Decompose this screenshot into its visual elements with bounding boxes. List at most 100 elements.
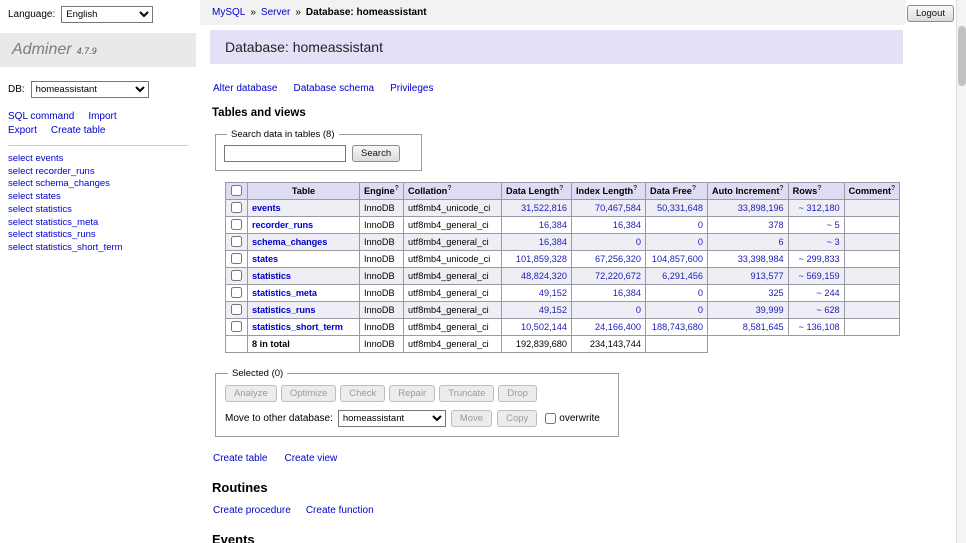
selected-optimize-button[interactable]: Optimize xyxy=(281,385,336,402)
column-help-link[interactable]: ? xyxy=(692,185,696,192)
sidebar-table-link[interactable]: select statistics xyxy=(8,204,72,215)
table-name-link[interactable]: schema_changes xyxy=(252,237,327,247)
sidebar-action-link[interactable]: Import xyxy=(88,111,116,122)
table-name-link[interactable]: statistics_short_term xyxy=(252,322,343,332)
sidebar-table-link[interactable]: select statistics_meta xyxy=(8,217,98,228)
column-help-link[interactable]: ? xyxy=(447,185,451,192)
db-action-link[interactable]: Privileges xyxy=(390,83,433,94)
row-checkbox[interactable] xyxy=(231,287,242,298)
data-free-cell: 0 xyxy=(646,234,708,251)
search-button[interactable]: Search xyxy=(352,145,400,162)
db-select[interactable]: homeassistant xyxy=(31,81,149,98)
comment-cell xyxy=(844,217,900,234)
overwrite-checkbox[interactable] xyxy=(545,413,556,424)
sidebar-action-link[interactable]: Export xyxy=(8,125,37,136)
row-checkbox[interactable] xyxy=(231,321,242,332)
table-row: recorder_runsInnoDButf8mb4_general_ci16,… xyxy=(226,217,900,234)
routine-link[interactable]: Create procedure xyxy=(213,505,291,516)
data-free-cell: 104,857,600 xyxy=(646,251,708,268)
search-input[interactable] xyxy=(224,145,346,162)
sidebar-table-link[interactable]: select states xyxy=(8,191,61,202)
column-help-link[interactable]: ? xyxy=(817,185,821,192)
row-checkbox[interactable] xyxy=(231,202,242,213)
engine-cell: InnoDB xyxy=(360,251,404,268)
select-all-checkbox[interactable] xyxy=(231,185,242,196)
selected-repair-button[interactable]: Repair xyxy=(389,385,435,402)
row-checkbox[interactable] xyxy=(231,253,242,264)
tables-heading: Tables and views xyxy=(212,107,903,119)
breadcrumb-mysql-link[interactable]: MySQL xyxy=(212,7,245,18)
column-help-link[interactable]: ? xyxy=(779,185,783,192)
row-checkbox[interactable] xyxy=(231,304,242,315)
engine-cell: InnoDB xyxy=(360,217,404,234)
collation-cell: utf8mb4_unicode_ci xyxy=(404,251,502,268)
sidebar-table-item: select states xyxy=(8,191,188,204)
column-help-link[interactable]: ? xyxy=(559,185,563,192)
index-length-cell: 70,467,584 xyxy=(572,200,646,217)
sidebar-table-link[interactable]: select schema_changes xyxy=(8,178,110,189)
sidebar-table-list: select eventsselect recorder_runsselect … xyxy=(8,153,188,255)
auto-increment-cell: 39,999 xyxy=(708,302,789,319)
table-name-link[interactable]: statistics xyxy=(252,271,291,281)
tables-header-row: TableEngine?Collation?Data Length?Index … xyxy=(226,183,900,200)
selected-check-button[interactable]: Check xyxy=(340,385,385,402)
breadcrumb: MySQL » Server » Database: homeassistant xyxy=(200,0,906,25)
row-checkbox[interactable] xyxy=(231,219,242,230)
auto-increment-cell: 325 xyxy=(708,285,789,302)
column-header-data-length: Data Length? xyxy=(502,183,572,200)
scrollbar-thumb[interactable] xyxy=(958,26,966,86)
column-header-rows: Rows? xyxy=(788,183,844,200)
auto-increment-cell: 33,398,984 xyxy=(708,251,789,268)
column-help-link[interactable]: ? xyxy=(891,185,895,192)
routine-link[interactable]: Create function xyxy=(306,505,374,516)
data-length-cell: 48,824,320 xyxy=(502,268,572,285)
table-name-link[interactable]: statistics_runs xyxy=(252,305,315,315)
language-select[interactable]: English xyxy=(61,6,153,23)
page-scrollbar[interactable] xyxy=(956,0,966,543)
row-checkbox-cell xyxy=(226,302,248,319)
row-checkbox[interactable] xyxy=(231,270,242,281)
index-length-cell: 67,256,320 xyxy=(572,251,646,268)
column-help-link[interactable]: ? xyxy=(395,185,399,192)
create-link[interactable]: Create table xyxy=(213,453,267,464)
row-checkbox[interactable] xyxy=(231,236,242,247)
sidebar-table-link[interactable]: select events xyxy=(8,153,63,164)
main-content: Database: homeassistant Alter databaseDa… xyxy=(210,30,903,543)
sidebar-table-item: select statistics_meta xyxy=(8,217,188,230)
auto-increment-cell: 913,577 xyxy=(708,268,789,285)
sidebar-table-link[interactable]: select statistics_short_term xyxy=(8,242,123,253)
sidebar-action-link[interactable]: SQL command xyxy=(8,111,74,122)
sidebar-table-item: select events xyxy=(8,153,188,166)
selected-truncate-button[interactable]: Truncate xyxy=(439,385,494,402)
move-db-select[interactable]: homeassistant xyxy=(338,410,446,427)
selected-analyze-button[interactable]: Analyze xyxy=(225,385,277,402)
db-action-link[interactable]: Alter database xyxy=(213,83,278,94)
db-actions: Alter database Database schema Privileges xyxy=(213,83,903,94)
selected-drop-button[interactable]: Drop xyxy=(498,385,537,402)
table-name-cell: schema_changes xyxy=(248,234,360,251)
app-name: Adminer xyxy=(12,41,72,58)
row-checkbox-cell xyxy=(226,217,248,234)
data-length-cell: 16,384 xyxy=(502,234,572,251)
comment-cell xyxy=(844,251,900,268)
sidebar-action-link[interactable]: Create table xyxy=(51,125,105,136)
breadcrumb-server-link[interactable]: Server xyxy=(261,7,290,18)
collation-cell: utf8mb4_general_ci xyxy=(404,319,502,336)
create-link[interactable]: Create view xyxy=(284,453,337,464)
move-button[interactable]: Move xyxy=(451,410,492,427)
logout-button[interactable]: Logout xyxy=(907,5,954,22)
copy-button[interactable]: Copy xyxy=(497,410,537,427)
table-name-cell: statistics xyxy=(248,268,360,285)
select-all-header-cell xyxy=(226,183,248,200)
table-name-link[interactable]: events xyxy=(252,203,281,213)
sidebar-table-link[interactable]: select statistics_runs xyxy=(8,229,96,240)
table-row: statesInnoDButf8mb4_unicode_ci101,859,32… xyxy=(226,251,900,268)
data-free-cell: 0 xyxy=(646,285,708,302)
db-action-link[interactable]: Database schema xyxy=(294,83,375,94)
column-help-link[interactable]: ? xyxy=(633,185,637,192)
table-name-link[interactable]: states xyxy=(252,254,278,264)
table-name-link[interactable]: recorder_runs xyxy=(252,220,313,230)
move-row: Move to other database: homeassistant Mo… xyxy=(225,410,609,427)
sidebar-table-link[interactable]: select recorder_runs xyxy=(8,166,95,177)
table-name-link[interactable]: statistics_meta xyxy=(252,288,317,298)
